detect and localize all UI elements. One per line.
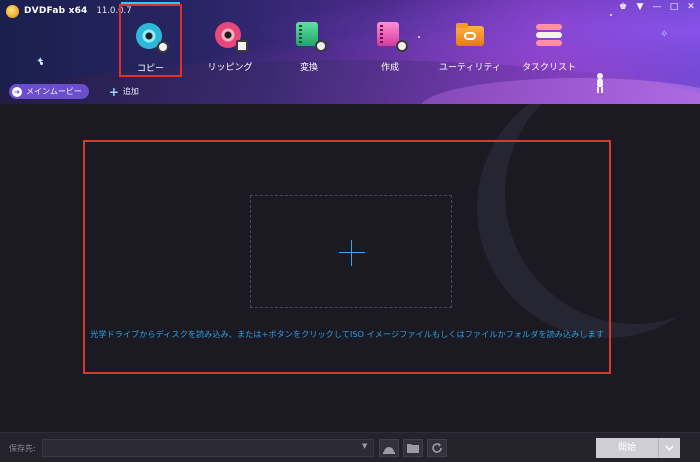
sparkle-icon: ✧: [660, 29, 669, 40]
sparkle-icon: ✦: [36, 56, 45, 67]
tab-ripper[interactable]: リッピング: [198, 8, 262, 76]
tab-creator[interactable]: 作成: [358, 8, 422, 76]
window-controls: ♚ ▼ — □ ✕: [618, 1, 696, 13]
tab-utility[interactable]: ユーティリティ: [437, 8, 503, 76]
disc-burn-icon: [383, 447, 395, 454]
creator-film-icon: [375, 20, 408, 52]
dvdfab-logo-icon: [6, 4, 19, 18]
tab-tasks-label: タスクリスト: [521, 63, 576, 73]
main-movie-button[interactable]: ➜ メインムービー: [9, 84, 89, 99]
astronaut-icon: [597, 73, 603, 93]
tab-tasks[interactable]: タスクリスト: [516, 8, 582, 76]
maximize-icon[interactable]: □: [669, 1, 679, 13]
header-banner: ✦ ✧ DVDFab x64 11.0.0.7 ♚ ▼ — □ ✕ コピー リッ…: [0, 0, 700, 104]
converter-film-icon: [294, 20, 327, 52]
refresh-icon: [432, 443, 442, 453]
tab-ripper-label: リッピング: [207, 63, 253, 73]
save-to-label: 保存先:: [9, 444, 36, 453]
tab-converter[interactable]: 変換: [277, 8, 341, 76]
add-label: 追加: [122, 87, 139, 96]
task-list-icon: [534, 20, 564, 50]
tab-converter-label: 変換: [299, 63, 318, 73]
start-button[interactable]: 開始: [596, 438, 658, 458]
tab-copy[interactable]: コピー: [119, 4, 182, 77]
tab-creator-label: 作成: [380, 63, 399, 73]
main-movie-label: メインムービー: [26, 87, 82, 96]
add-plus-icon-vertical: [351, 240, 352, 266]
app-name: DVDFab x64: [24, 6, 88, 16]
iso-output-button[interactable]: [379, 439, 399, 457]
drop-hint-text: 光学ドライブからディスクを読み込み、または+ボタンをクリックしてISO イメージ…: [90, 329, 604, 339]
sub-toolbar: ➜ メインムービー + 追加: [9, 84, 139, 99]
plus-icon: +: [108, 84, 119, 99]
menu-icon[interactable]: ▼: [635, 1, 645, 13]
refresh-button[interactable]: [427, 439, 447, 457]
folder-icon: [407, 444, 419, 453]
close-icon[interactable]: ✕: [686, 1, 696, 13]
utility-folder-icon: [455, 20, 485, 50]
start-options-button[interactable]: [658, 438, 680, 458]
add-button[interactable]: + 追加: [109, 86, 139, 98]
save-path-dropdown-icon[interactable]: ▼: [362, 442, 367, 450]
add-source-box[interactable]: [250, 195, 452, 308]
browse-folder-button[interactable]: [403, 439, 423, 457]
minimize-icon[interactable]: —: [652, 1, 662, 13]
app-logo: DVDFab x64 11.0.0.7: [6, 4, 132, 18]
copy-disc-icon: [135, 21, 169, 53]
ripper-disc-icon: [215, 20, 248, 52]
arrow-right-icon: ➜: [12, 86, 22, 97]
add-plus-icon: [339, 252, 365, 253]
chevron-down-icon: [665, 445, 674, 451]
footer-bar: 保存先: ▼ 開始: [0, 432, 700, 462]
source-drop-zone[interactable]: 光学ドライブからディスクを読み込み、または+ボタンをクリックしてISO イメージ…: [83, 140, 611, 374]
save-path-input[interactable]: [42, 439, 374, 457]
tab-utility-label: ユーティリティ: [439, 63, 501, 73]
tab-copy-label: コピー: [136, 64, 164, 74]
skin-icon[interactable]: ♚: [618, 1, 628, 13]
main-area: 光学ドライブからディスクを読み込み、または+ボタンをクリックしてISO イメージ…: [0, 104, 700, 432]
star: [610, 14, 612, 16]
